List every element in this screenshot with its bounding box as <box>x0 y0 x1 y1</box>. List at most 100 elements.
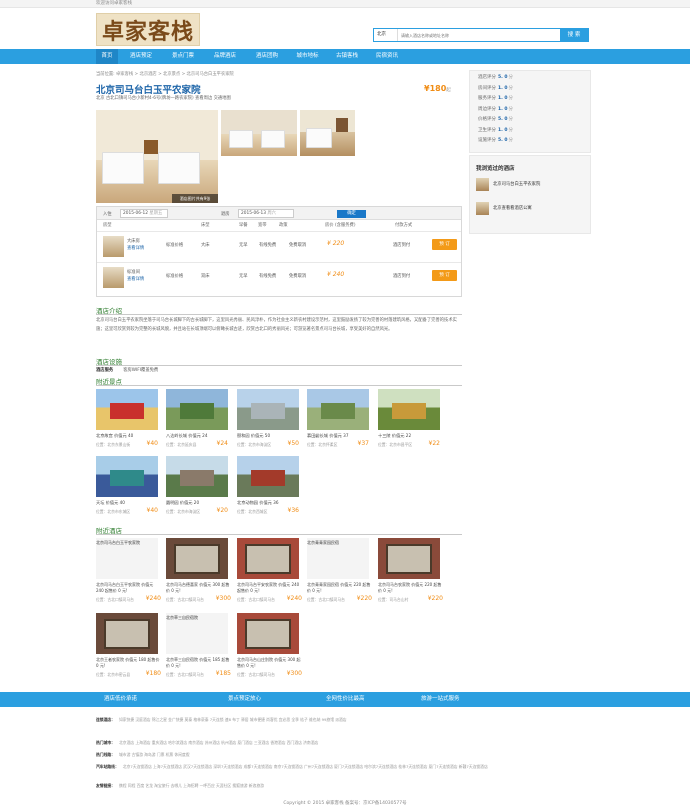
table-header-4: 政策 <box>279 223 288 228</box>
nav-item-6[interactable]: 古镇客栈 <box>329 49 365 64</box>
hotel-photo[interactable] <box>96 613 158 654</box>
nav-item-4[interactable]: 酒店团购 <box>248 49 286 64</box>
top-bar: 欢迎访问卓家客栈 <box>0 0 690 8</box>
nav-item-1[interactable]: 酒店预定 <box>122 49 160 64</box>
attraction-name[interactable]: 北京动物园 价值元 36 <box>237 500 299 506</box>
hotel-info: 位置：古北口镇司马台 ¥300 <box>237 670 302 678</box>
hotel-photo[interactable] <box>166 538 228 579</box>
recent-hotel-thumb[interactable] <box>476 178 489 191</box>
hotel-photo[interactable] <box>237 538 299 579</box>
nav-item-7[interactable]: 民宿资讯 <box>368 49 406 64</box>
attraction-card[interactable]: 慕田峪长城 价值元 37 位置：北京怀柔区 ¥37 <box>307 389 369 448</box>
attraction-photo[interactable] <box>237 389 299 430</box>
attraction-name[interactable]: 北京故宫 价值元 40 <box>96 433 158 439</box>
attraction-card[interactable]: 北京故宫 价值元 40 位置：北京东景山街 ¥40 <box>96 389 158 448</box>
room-price: ¥ 240 <box>327 271 345 278</box>
hotel-name[interactable]: 北京司马台白玉平农家院 价值元 240 起售价 0 元! <box>96 582 161 594</box>
room-thumbnail[interactable] <box>103 267 124 288</box>
attraction-card[interactable]: 颐和园 价值元 50 位置：北京市海淀区 ¥50 <box>237 389 299 448</box>
checkin-field[interactable]: 2015-06-12 星期五 <box>120 209 168 218</box>
attraction-photo[interactable] <box>307 389 369 430</box>
nav-item-5[interactable]: 城市地标 <box>289 49 326 64</box>
hotel-photo[interactable] <box>378 538 440 579</box>
attraction-info: 位置：北京市海淀区 ¥50 <box>237 440 299 448</box>
recent-hotel-name[interactable]: 北京查看看酒店公寓 <box>493 205 532 211</box>
attraction-photo[interactable] <box>166 456 228 497</box>
site-logo[interactable]: 卓家客栈 <box>96 13 200 46</box>
hotel-name[interactable]: 北京司马台德喜家 价值元 300 起售价 0 元! <box>166 582 231 594</box>
nav-item-2[interactable]: 景点门票 <box>164 49 202 64</box>
attraction-card[interactable]: 天坛 价值元 40 位置：北京市东城区 ¥40 <box>96 456 158 515</box>
attraction-price: ¥50 <box>287 440 299 447</box>
recent-hotel-name[interactable]: 北京司马台白玉平农家院 <box>493 181 540 187</box>
checkout-field[interactable]: 2015-06-13 周六 <box>238 209 294 218</box>
footer-links[interactable]: 携程 同程 百度 艺龙 淘宝旅行 去哪儿 上海招聘 一呼百应 天涯社区 搜狐旅游… <box>119 783 264 788</box>
hotel-name[interactable]: 北京青青家园民宿 价值元 220 起售价 0 元! <box>307 582 372 594</box>
nearby-hotel-card[interactable]: 北京草三自民宿院 北京草三自民宿院 价值元 185 起售价 0 元! 位置：古北口镇… <box>166 613 231 678</box>
footer-links[interactable]: 如家快捷 汉庭酒店 锦江之星 金广快捷 莫泰 格林豪泰 7天连锁 速8 布丁 驿… <box>119 717 347 722</box>
intro-title: 酒店介绍 <box>96 307 122 315</box>
attraction-name[interactable]: 天坛 价值元 40 <box>96 500 158 506</box>
attraction-card[interactable]: 十三陵 价值元 22 位置：北京市昌平区 ¥22 <box>378 389 440 448</box>
hotel-location: 位置：司马台山村 <box>378 597 409 602</box>
attraction-location: 位置：北京延庆县 <box>166 442 197 447</box>
confirm-date-button[interactable]: 确定 <box>337 210 366 218</box>
nearby-hotel-card[interactable]: 北京司马台平安农家院 价值元 240 起售价 0 元! 位置：古北口镇司马台 ¥24… <box>237 538 302 603</box>
nearby-hotel-card[interactable]: 北京青青家园民宿 北京青青家园民宿 价值元 220 起售价 0 元! 位置：古北口镇… <box>307 538 372 603</box>
hotel-name[interactable]: 北京王者农家院 价值元 180 起售价 0 元! <box>96 657 161 669</box>
room-detail-link[interactable]: 查看详情 <box>127 276 144 282</box>
thumb-photo-2[interactable] <box>300 110 355 156</box>
footer-link-group: 连锁酒店： 如家快捷 汉庭酒店 锦江之星 金广快捷 莫泰 格林豪泰 7天连锁 速8… <box>96 716 596 732</box>
promise-item: 酒店低价承诺 <box>104 696 138 702</box>
nearby-hotel-card[interactable]: 北京司马台山庄别院 价值元 300 起售价 0 元! 位置：古北口镇司马台 ¥300 <box>237 613 302 678</box>
hotel-name[interactable]: 北京司马台平安农家院 价值元 240 起售价 0 元! <box>237 582 302 594</box>
recent-hotel-item[interactable]: 北京司马台白玉平农家院 <box>476 178 586 192</box>
room-name: 大床房 <box>127 239 140 244</box>
attraction-card[interactable]: 圆明园 价值元 20 位置：北京市海淀区 ¥20 <box>166 456 228 515</box>
footer-links[interactable]: 北京酒店 上海酒店 重庆酒店 哈尔滨酒店 南京酒店 苏州酒店 杭州酒店 厦门酒店… <box>119 740 318 745</box>
book-button[interactable]: 预 订 <box>432 270 457 281</box>
nearby-hotel-card[interactable]: 北京司马台德喜家 价值元 300 起售价 0 元! 位置：古北口镇司马台 ¥300 <box>166 538 231 603</box>
attraction-photo[interactable] <box>96 456 158 497</box>
attraction-name[interactable]: 十三陵 价值元 22 <box>378 433 440 439</box>
room-thumbnail[interactable] <box>103 236 124 257</box>
attraction-photo[interactable] <box>166 389 228 430</box>
hotel-photo[interactable]: 北京司马台白玉平农家院 <box>96 538 158 579</box>
hotel-name[interactable]: 北京司马台农家院 价值元 220 起售价 0 元! <box>378 582 443 594</box>
score-label: 周边评分 <box>478 106 496 112</box>
city-select[interactable]: 北京 <box>374 29 398 41</box>
hotel-photo[interactable]: 北京草三自民宿院 <box>166 613 228 654</box>
nearby-hotel-card[interactable]: 北京王者农家院 价值元 180 起售价 0 元! 位置：北京市密云县 ¥180 <box>96 613 161 678</box>
main-photo[interactable]: 酒店图片共有9张 <box>96 110 218 203</box>
attraction-name[interactable]: 颐和园 价值元 50 <box>237 433 299 439</box>
recent-hotels-panel: 我浏览过的酒店 北京司马台白玉平农家院 北京查看看酒店公寓 <box>469 155 591 234</box>
hotel-name[interactable]: 北京草三自民宿院 价值元 185 起售价 0 元! <box>166 657 231 669</box>
recent-title: 我浏览过的酒店 <box>476 166 515 172</box>
attraction-photo[interactable] <box>237 456 299 497</box>
hotel-name[interactable]: 北京司马台山庄别院 价值元 300 起售价 0 元! <box>237 657 302 669</box>
footer-links[interactable]: 城市游 古镇游 海岛游 门票 机票 休闲度假 <box>119 752 190 757</box>
nearby-hotel-card[interactable]: 北京司马台白玉平农家院 北京司马台白玉平农家院 价值元 240 起售价 0 元! 位… <box>96 538 161 603</box>
search-input[interactable] <box>398 29 560 41</box>
attraction-location: 位置：北京怀柔区 <box>307 442 338 447</box>
attraction-photo[interactable] <box>96 389 158 430</box>
recent-hotel-thumb[interactable] <box>476 202 489 215</box>
table-header-2: 早餐 <box>239 223 248 228</box>
room-detail-link[interactable]: 查看详情 <box>127 245 144 251</box>
nav-item-0[interactable]: 首页 <box>96 49 118 64</box>
footer-links[interactable]: 北京7天连锁酒店 上海7天连锁酒店 武汉7天连锁酒店 深圳7天连锁酒店 成都7天… <box>123 764 488 769</box>
search-button[interactable]: 搜 索 <box>560 29 588 41</box>
nav-item-3[interactable]: 品牌酒店 <box>206 49 244 64</box>
thumb-photo-1[interactable] <box>221 110 297 156</box>
attraction-name[interactable]: 圆明园 价值元 20 <box>166 500 228 506</box>
attraction-card[interactable]: 八达岭长城 价值元 24 位置：北京延庆县 ¥24 <box>166 389 228 448</box>
book-button[interactable]: 预 订 <box>432 239 457 250</box>
attraction-photo[interactable] <box>378 389 440 430</box>
nearby-hotel-card[interactable]: 北京司马台农家院 价值元 220 起售价 0 元! 位置：司马台山村 ¥220 <box>378 538 443 603</box>
recent-hotel-item[interactable]: 北京查看看酒店公寓 <box>476 202 586 216</box>
hotel-photo[interactable] <box>237 613 299 654</box>
attraction-card[interactable]: 北京动物园 价值元 36 位置：北京西城区 ¥36 <box>237 456 299 515</box>
attraction-name[interactable]: 八达岭长城 价值元 24 <box>166 433 228 439</box>
attraction-name[interactable]: 慕田峪长城 价值元 37 <box>307 433 369 439</box>
hotel-photo[interactable]: 北京青青家园民宿 <box>307 538 369 579</box>
